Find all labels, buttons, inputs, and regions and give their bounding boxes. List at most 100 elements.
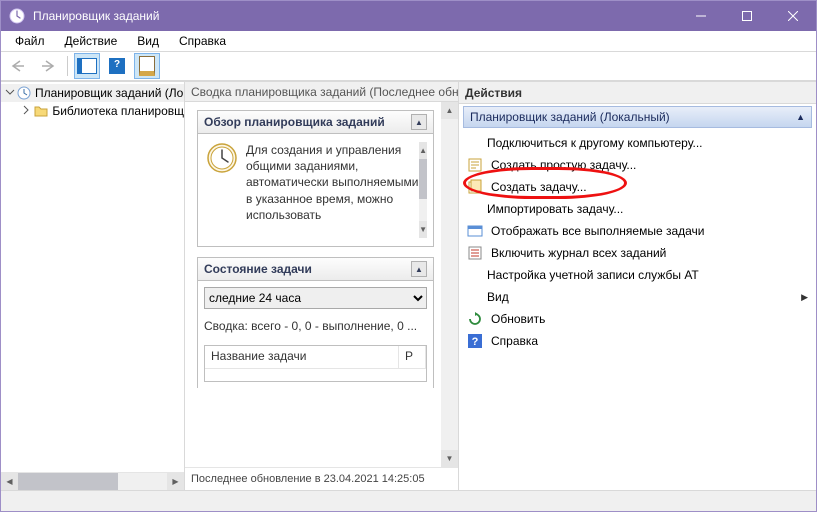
scroll-track[interactable]: [18, 473, 167, 490]
action-connect[interactable]: Подключиться к другому компьютеру...: [461, 132, 814, 154]
nav-forward-button: [35, 53, 61, 79]
scroll-down-arrow-icon[interactable]: ▼: [441, 450, 458, 467]
tree-horizontal-scrollbar[interactable]: ◀ ▶: [1, 472, 184, 490]
table-body: [205, 369, 426, 381]
action-create-task[interactable]: Создать задачу...: [461, 176, 814, 198]
status-bar: [1, 490, 816, 511]
action-label: Вид: [487, 290, 509, 304]
tree-content: Планировщик заданий (Лок Библиотека план…: [1, 82, 184, 472]
action-refresh[interactable]: Обновить: [461, 308, 814, 330]
status-title: Состояние задачи: [204, 262, 312, 276]
clock-icon: [17, 85, 31, 101]
overview-section: Обзор планировщика заданий ▲ Для создани…: [197, 110, 434, 247]
running-tasks-icon: [467, 223, 483, 239]
scroll-thumb[interactable]: [419, 159, 427, 199]
collapse-icon[interactable]: ▲: [411, 114, 427, 130]
help-icon: ?: [109, 58, 125, 74]
action-at-account[interactable]: Настройка учетной записи службы AT: [461, 264, 814, 286]
wizard-icon: [467, 157, 483, 173]
main-content: Планировщик заданий (Лок Библиотека план…: [1, 81, 816, 490]
toolbar-help-button[interactable]: ?: [104, 53, 130, 79]
actions-pane: Действия Планировщик заданий (Локальный)…: [459, 82, 816, 490]
menu-action[interactable]: Действие: [55, 32, 128, 50]
action-label: Создать задачу...: [491, 180, 587, 194]
scroll-down-arrow-icon[interactable]: ▼: [419, 221, 427, 238]
actions-pane-title: Действия: [459, 82, 816, 104]
summary-pane-header: Сводка планировщика заданий (Последнее о…: [185, 82, 458, 102]
refresh-icon: [467, 311, 483, 327]
scroll-right-arrow-icon[interactable]: ▶: [167, 473, 184, 490]
action-label: Обновить: [491, 312, 545, 326]
tree-library-label: Библиотека планировщ: [52, 104, 184, 118]
collapse-triangle-icon: ▲: [796, 112, 805, 122]
tree-library-node[interactable]: Библиотека планировщ: [1, 102, 184, 120]
show-hide-action-pane-button[interactable]: [134, 53, 160, 79]
toolbar: ?: [1, 52, 816, 81]
menu-file[interactable]: Файл: [5, 32, 55, 50]
overview-body: Для создания и управления общими задания…: [198, 134, 433, 246]
status-summary: Сводка: всего - 0, 0 - выполнение, 0 ...: [204, 319, 427, 333]
table-header-row: Название задачи Р: [205, 346, 426, 369]
show-hide-console-tree-button[interactable]: [74, 53, 100, 79]
large-clock-icon: [206, 142, 238, 174]
menu-view[interactable]: Вид: [127, 32, 169, 50]
action-help[interactable]: ? Справка: [461, 330, 814, 352]
action-view-submenu[interactable]: Вид ▶: [461, 286, 814, 308]
overview-section-header[interactable]: Обзор планировщика заданий ▲: [198, 111, 433, 134]
collapse-icon[interactable]: ▲: [411, 261, 427, 277]
action-label: Включить журнал всех заданий: [491, 246, 666, 260]
chevron-right-icon: ▶: [801, 292, 808, 303]
action-enable-history[interactable]: Включить журнал всех заданий: [461, 242, 814, 264]
window-title: Планировщик заданий: [33, 9, 678, 23]
action-import-task[interactable]: Импортировать задачу...: [461, 198, 814, 220]
app-window: Планировщик заданий Файл Действие Вид Сп…: [0, 0, 817, 512]
tree-expand-icon[interactable]: [21, 105, 32, 117]
help-icon: ?: [467, 333, 483, 349]
actions-list: Подключиться к другому компьютеру... Соз…: [459, 130, 816, 354]
action-label: Создать простую задачу...: [491, 158, 636, 172]
action-display-running[interactable]: Отображать все выполняемые задачи: [461, 220, 814, 242]
menu-help[interactable]: Справка: [169, 32, 236, 50]
tree-expand-icon[interactable]: [5, 87, 15, 99]
titlebar: Планировщик заданий: [1, 1, 816, 31]
log-icon: [467, 245, 483, 261]
tree-root-label: Планировщик заданий (Лок: [35, 86, 184, 100]
close-button[interactable]: [770, 1, 816, 31]
action-label: Справка: [491, 334, 538, 348]
overview-text: Для создания и управления общими задания…: [246, 142, 419, 238]
svg-text:?: ?: [472, 336, 479, 348]
action-label: Отображать все выполняемые задачи: [491, 224, 705, 238]
status-section-header[interactable]: Состояние задачи ▲: [198, 258, 433, 281]
new-task-icon: [467, 179, 483, 195]
nav-back-button: [5, 53, 31, 79]
pane-action-icon: [139, 56, 155, 76]
overview-title: Обзор планировщика заданий: [204, 115, 385, 129]
scroll-up-arrow-icon[interactable]: ▲: [441, 102, 458, 119]
app-clock-icon: [9, 8, 25, 24]
summary-pane: Сводка планировщика заданий (Последнее о…: [185, 82, 459, 490]
scroll-left-arrow-icon[interactable]: ◀: [1, 473, 18, 490]
column-result[interactable]: Р: [399, 346, 426, 368]
summary-vertical-scrollbar[interactable]: ▲ ▼: [441, 102, 458, 467]
tree-root-node[interactable]: Планировщик заданий (Лок: [1, 84, 184, 102]
action-label: Подключиться к другому компьютеру...: [487, 136, 703, 150]
status-body: следние 24 часа Сводка: всего - 0, 0 - в…: [198, 281, 433, 388]
folder-icon: [34, 103, 48, 119]
status-table: Название задачи Р: [204, 345, 427, 382]
actions-group-title: Планировщик заданий (Локальный): [470, 110, 670, 124]
action-label: Импортировать задачу...: [487, 202, 623, 216]
scroll-thumb[interactable]: [18, 473, 118, 490]
overview-scrollbar[interactable]: ▲ ▼: [419, 142, 427, 238]
summary-content: ▲ ▼ Обзор планировщика заданий ▲: [185, 102, 458, 467]
column-task-name[interactable]: Название задачи: [205, 346, 399, 368]
status-period-select[interactable]: следние 24 часа: [204, 287, 427, 309]
action-create-basic-task[interactable]: Создать простую задачу...: [461, 154, 814, 176]
minimize-button[interactable]: [678, 1, 724, 31]
task-status-section: Состояние задачи ▲ следние 24 часа Сводк…: [197, 257, 434, 388]
tree-pane: Планировщик заданий (Лок Библиотека план…: [1, 82, 185, 490]
window-controls: [678, 1, 816, 31]
maximize-button[interactable]: [724, 1, 770, 31]
pane-tree-icon: [77, 58, 97, 74]
actions-group-header[interactable]: Планировщик заданий (Локальный) ▲: [463, 106, 812, 128]
scroll-up-arrow-icon[interactable]: ▲: [419, 142, 427, 159]
